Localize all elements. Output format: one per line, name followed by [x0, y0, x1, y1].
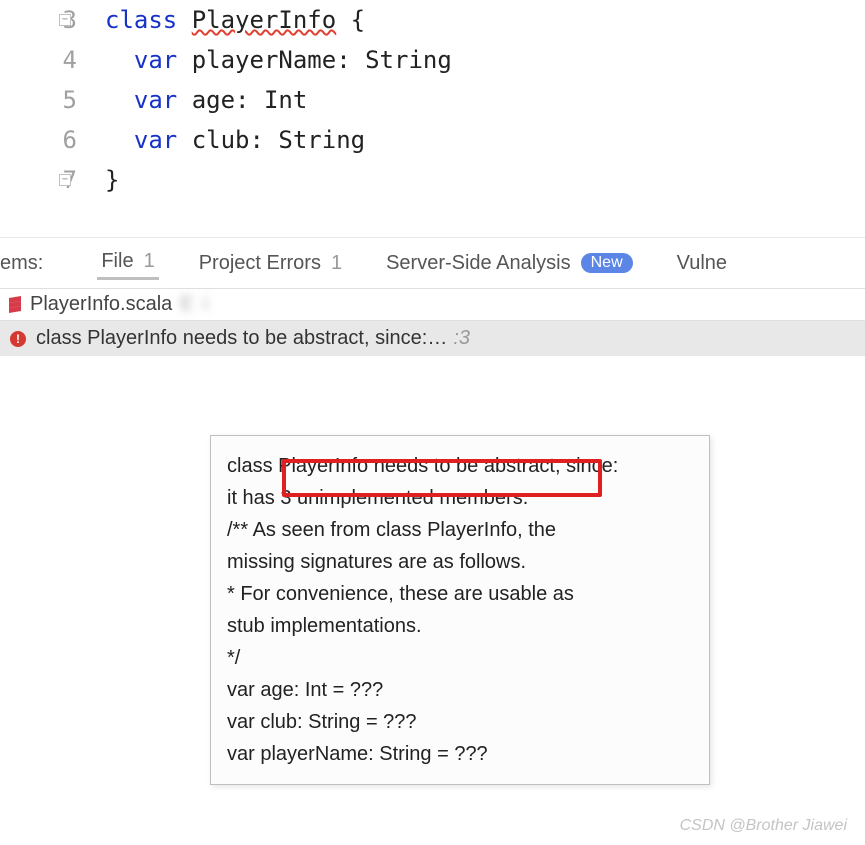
line-number-gutter: 3−4567−	[0, 0, 105, 200]
code-line[interactable]: }	[105, 160, 452, 200]
code-content[interactable]: class PlayerInfo { var playerName: Strin…	[105, 0, 452, 200]
line-number: 4	[0, 40, 77, 80]
code-editor[interactable]: 3−4567− class PlayerInfo { var playerNam…	[0, 0, 865, 200]
line-number: 7−	[0, 160, 77, 200]
tab-vulnerabilities-truncated[interactable]: Vulne	[673, 248, 731, 279]
tooltip-line: /** As seen from class PlayerInfo, the	[227, 514, 693, 546]
new-badge: New	[581, 253, 633, 273]
tooltip-line: it has 3 unimplemented members.	[227, 482, 693, 514]
line-number: 5	[0, 80, 77, 120]
problems-tabs: ems: File 1 Project Errors 1 Server-Side…	[0, 238, 865, 289]
error-list-item[interactable]: ! class PlayerInfo needs to be abstract,…	[0, 321, 865, 356]
fold-start-icon[interactable]: −	[59, 14, 71, 26]
tooltip-line: stub implementations.	[227, 610, 693, 642]
code-line[interactable]: class PlayerInfo {	[105, 0, 452, 40]
file-breadcrumb[interactable]: PlayerInfo.scala E i	[0, 289, 865, 321]
tab-project-errors[interactable]: Project Errors 1	[195, 248, 346, 279]
error-line-ref: :3	[453, 327, 470, 350]
tooltip-line: */	[227, 642, 693, 674]
line-number: 6	[0, 120, 77, 160]
error-tooltip: class PlayerInfo needs to be abstract, s…	[210, 435, 710, 785]
tooltip-line: var age: Int = ???	[227, 674, 693, 706]
scala-file-icon	[6, 296, 24, 314]
editor-lower-margin	[0, 200, 865, 238]
tooltip-line: class PlayerInfo needs to be abstract, s…	[227, 450, 693, 482]
tooltip-line: var playerName: String = ???	[227, 738, 693, 770]
code-line[interactable]: var club: String	[105, 120, 452, 160]
line-number: 3−	[0, 0, 77, 40]
code-line[interactable]: var age: Int	[105, 80, 452, 120]
watermark: CSDN @Brother Jiawei	[680, 817, 847, 835]
file-name: PlayerInfo.scala	[30, 293, 172, 316]
tooltip-line: var club: String = ???	[227, 706, 693, 738]
tab-server-side-analysis[interactable]: Server-Side Analysis New	[382, 248, 637, 279]
tooltip-line: * For convenience, these are usable as	[227, 578, 693, 610]
error-icon: !	[10, 331, 26, 347]
error-message: class PlayerInfo needs to be abstract, s…	[36, 327, 447, 350]
problems-label-truncated: ems:	[0, 252, 61, 275]
fold-end-icon[interactable]: −	[59, 174, 71, 186]
tab-file[interactable]: File 1	[97, 246, 158, 280]
code-line[interactable]: var playerName: String	[105, 40, 452, 80]
file-path-obscured: E i	[180, 293, 859, 316]
tooltip-line: missing signatures are as follows.	[227, 546, 693, 578]
